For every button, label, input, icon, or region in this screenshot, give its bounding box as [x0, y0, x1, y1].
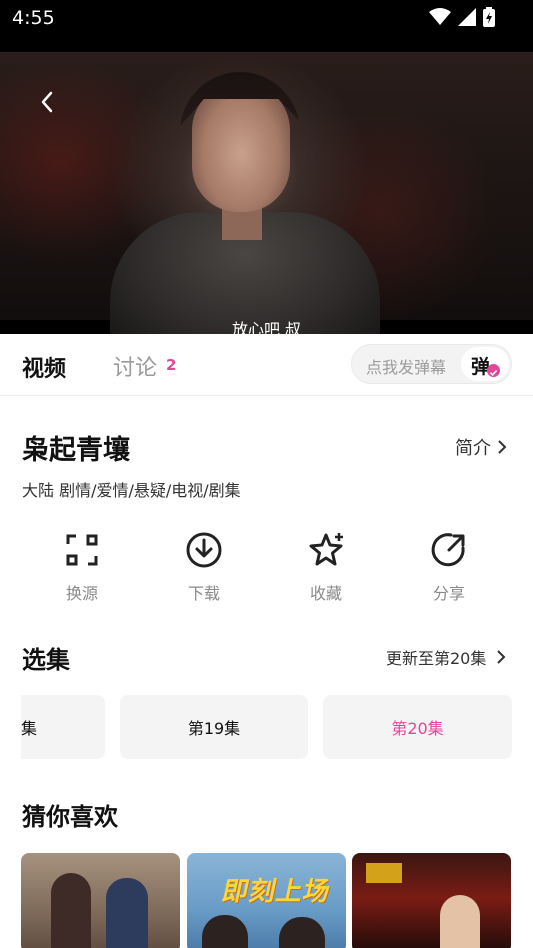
- episode-card[interactable]: 第19集: [120, 695, 308, 759]
- favorite-label: 收藏: [309, 584, 342, 603]
- share-button[interactable]: 分享: [409, 530, 489, 604]
- favorite-button[interactable]: 收藏: [286, 530, 366, 604]
- battery-icon: [483, 7, 495, 27]
- switch-source-icon: [66, 534, 98, 566]
- danmu-input[interactable]: 点我发弹幕: [366, 354, 446, 378]
- download-button[interactable]: 下载: [164, 530, 244, 604]
- content-tabs: 视频 讨论 2 点我发弹幕 弹: [0, 334, 533, 396]
- episode-card-selected[interactable]: 第20集: [323, 695, 512, 759]
- recommend-poster[interactable]: [21, 853, 180, 948]
- back-arrow-icon[interactable]: [36, 90, 60, 114]
- episode-label: 第20集: [391, 719, 444, 738]
- video-player[interactable]: 放心吧 叔: [0, 38, 533, 334]
- poster-figure: [440, 895, 480, 948]
- switch-source-button[interactable]: 换源: [42, 530, 122, 604]
- video-frame: [0, 52, 533, 334]
- poster-figure: [51, 873, 91, 948]
- intro-link[interactable]: 简介: [455, 434, 507, 460]
- video-subtitle: 放心吧 叔: [231, 320, 302, 334]
- video-figure-head: [192, 82, 290, 212]
- signal-icon: [458, 8, 476, 26]
- share-icon: [431, 533, 465, 567]
- poster-sign: [366, 863, 402, 883]
- danmu-bar: 点我发弹幕 弹: [351, 344, 512, 384]
- download-label: 下载: [187, 584, 220, 603]
- episodes-title: 选集: [22, 646, 70, 674]
- recommend-poster[interactable]: [352, 853, 511, 948]
- danmu-check-icon: [487, 364, 500, 377]
- download-icon: [186, 532, 222, 568]
- episode-label: 集: [21, 719, 38, 738]
- episode-card[interactable]: 集: [21, 695, 105, 759]
- discussion-count-badge: 2: [166, 356, 177, 374]
- tab-discussion[interactable]: 讨论: [113, 350, 157, 382]
- action-row: 换源 下载 收藏 分享: [0, 530, 533, 610]
- recommend-poster[interactable]: 即刻上场: [187, 853, 346, 948]
- episode-label: 第19集: [187, 719, 241, 738]
- switch-source-label: 换源: [65, 584, 98, 603]
- danmu-toggle[interactable]: 弹: [461, 347, 509, 381]
- show-title: 枭起青壤: [22, 435, 130, 466]
- poster-figure: [279, 917, 325, 948]
- show-meta: 大陆 剧情/爱情/悬疑/电视/剧集: [22, 481, 241, 500]
- poster-title: 即刻上场: [219, 877, 334, 907]
- poster-figure: [106, 878, 148, 948]
- wifi-icon: [429, 8, 451, 25]
- recommend-title: 猜你喜欢: [22, 803, 118, 831]
- chevron-right-icon: [498, 440, 507, 454]
- episodes-update-text: 更新至第20集: [386, 649, 487, 668]
- episodes-update-link[interactable]: 更新至第20集: [386, 645, 506, 669]
- status-time: 4:55: [12, 7, 55, 29]
- poster-figure: [202, 915, 248, 948]
- share-label: 分享: [432, 584, 465, 603]
- status-icons: [429, 7, 495, 27]
- status-bar: 4:55: [0, 0, 533, 38]
- intro-label: 简介: [455, 438, 491, 459]
- star-icon: [309, 533, 343, 566]
- tab-video[interactable]: 视频: [22, 351, 66, 383]
- chevron-right-icon: [497, 650, 506, 664]
